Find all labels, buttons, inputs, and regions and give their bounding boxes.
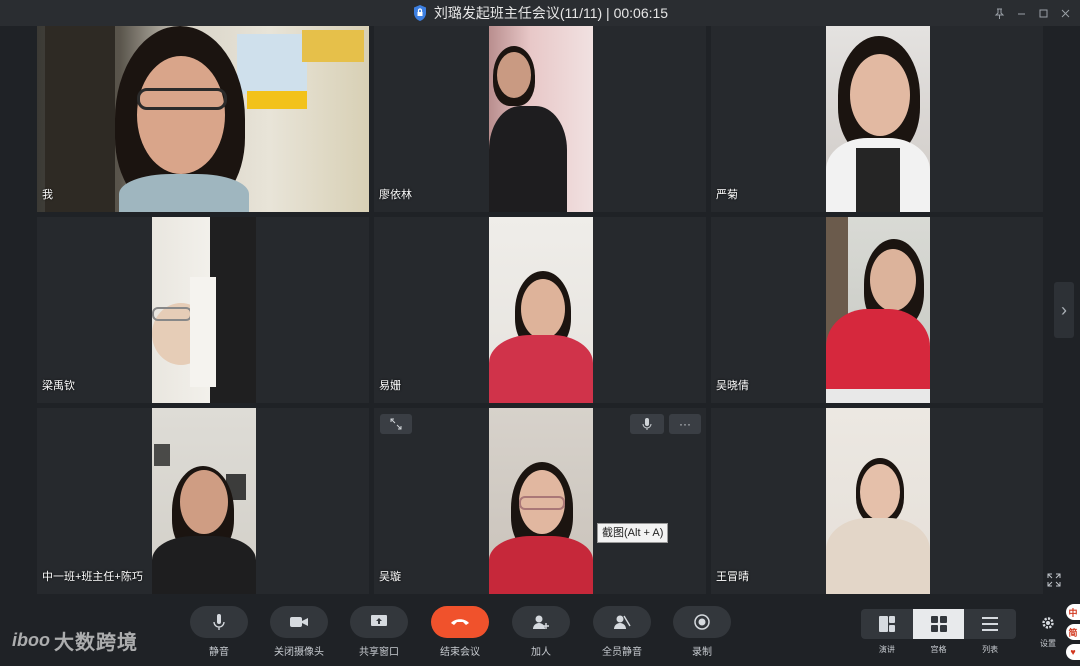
participant-video — [826, 26, 930, 212]
participant-video — [152, 217, 256, 403]
participant-name: 廖依林 — [379, 189, 412, 201]
record-label: 录制 — [692, 647, 712, 658]
minimize-icon[interactable] — [1012, 4, 1030, 22]
participant-tile[interactable]: ··· 吴璇 — [374, 408, 706, 594]
close-icon[interactable] — [1056, 4, 1074, 22]
add-person-icon — [512, 606, 570, 638]
end-meeting-button[interactable]: 结束会议 — [430, 606, 490, 658]
camera-off-button[interactable]: 关闭摄像头 — [269, 606, 329, 658]
more-icon: ··· — [679, 417, 691, 431]
participant-tile[interactable]: 中一班+班主任+陈巧 — [37, 408, 369, 594]
speaker-layout-icon — [878, 616, 895, 632]
participant-name: 吴璇 — [379, 571, 401, 583]
title-group: 刘璐发起班主任会议(11/11) | 00:06:15 — [412, 3, 668, 23]
pin-icon[interactable] — [990, 4, 1008, 22]
mute-all-label: 全员静音 — [602, 647, 642, 658]
share-screen-icon — [350, 606, 408, 638]
participant-video — [489, 217, 593, 403]
bottom-toolbar: iboo 大数跨境 静音 关闭摄像头 共享窗口 结束会议 加人 全员静音 录制 … — [0, 598, 1080, 666]
grid-icon — [930, 616, 947, 632]
share-window-button[interactable]: 共享窗口 — [349, 606, 409, 658]
list-icon — [982, 617, 999, 631]
watermark-logo: iboo — [12, 630, 50, 650]
participant-name: 易姗 — [379, 380, 401, 392]
window-title: 刘璐发起班主任会议(11/11) | 00:06:15 — [433, 5, 669, 21]
mute-label: 静音 — [209, 647, 229, 658]
participant-name: 中一班+班主任+陈巧 — [42, 571, 143, 583]
watermark: iboo 大数跨境 — [12, 626, 138, 655]
video-grid: 我 廖依林 严菊 梁禹钦 易姗 吴晓倩 中一班+班主任+陈巧 ··· 吴璇 王冒… — [37, 26, 1044, 596]
chevron-right-icon: › — [1061, 299, 1067, 320]
settings-label: 设置 — [1040, 639, 1056, 648]
mute-all-icon — [593, 606, 651, 638]
participant-tile[interactable]: 梁禹钦 — [37, 217, 369, 403]
participant-tile[interactable]: 易姗 — [374, 217, 706, 403]
participant-tile[interactable]: 王冒晴 — [711, 408, 1043, 594]
participant-video — [489, 408, 593, 594]
list-layout-label: 列表 — [982, 645, 999, 654]
next-page-button[interactable]: › — [1054, 282, 1074, 338]
simplified-badge[interactable]: 简 — [1066, 624, 1080, 640]
participant-name: 王冒晴 — [716, 571, 749, 583]
layout-switcher — [861, 609, 1016, 639]
record-icon — [673, 606, 731, 638]
participant-name: 严菊 — [716, 189, 738, 201]
mute-button[interactable]: 静音 — [189, 606, 249, 658]
heart-badge[interactable]: ♥ — [1066, 644, 1080, 660]
participant-name: 梁禹钦 — [42, 380, 75, 392]
settings-button[interactable]: 设置 — [1036, 616, 1060, 649]
participant-video — [489, 26, 593, 212]
participant-video — [826, 217, 930, 403]
camera-icon — [270, 606, 328, 638]
mute-all-button[interactable]: 全员静音 — [592, 606, 652, 658]
gallery-layout-label: 宫格 — [930, 645, 947, 654]
participant-tile[interactable]: 廖依林 — [374, 26, 706, 212]
watermark-text: 大数跨境 — [54, 632, 138, 654]
more-options-button[interactable]: ··· — [669, 414, 701, 434]
meeting-window: 刘璐发起班主任会议(11/11) | 00:06:15 我 廖依林 严菊 梁禹钦… — [0, 0, 1080, 666]
speaker-layout-label: 演讲 — [878, 645, 895, 654]
screenshot-tooltip: 截图(Alt + A) — [597, 523, 669, 543]
fullscreen-button[interactable] — [1042, 569, 1066, 591]
participant-video — [152, 408, 256, 594]
expand-icon — [390, 418, 402, 430]
hang-up-icon — [431, 606, 489, 638]
invite-button[interactable]: 加人 — [511, 606, 571, 658]
fullscreen-icon — [1047, 573, 1061, 587]
microphone-icon — [190, 606, 248, 638]
microphone-button[interactable] — [630, 414, 664, 434]
invite-label: 加人 — [531, 647, 551, 658]
gallery-layout-button[interactable] — [912, 609, 965, 639]
camera-off-label: 关闭摄像头 — [274, 647, 324, 658]
share-window-label: 共享窗口 — [359, 647, 399, 658]
participant-tile[interactable]: 吴晓倩 — [711, 217, 1043, 403]
layout-labels: 演讲 宫格 列表 — [861, 644, 1016, 655]
expand-button[interactable] — [380, 414, 412, 434]
record-button[interactable]: 录制 — [672, 606, 732, 658]
title-bar: 刘璐发起班主任会议(11/11) | 00:06:15 — [0, 0, 1080, 26]
side-badges: 中 简 ♥ — [1066, 604, 1080, 660]
end-meeting-label: 结束会议 — [440, 647, 480, 658]
gear-icon — [1042, 617, 1054, 629]
list-layout-button[interactable] — [964, 609, 1016, 639]
microphone-icon — [642, 418, 652, 430]
speaker-layout-button[interactable] — [861, 609, 913, 639]
shield-lock-icon — [413, 5, 426, 21]
input-method-badge[interactable]: 中 — [1066, 604, 1080, 620]
participant-name: 我 — [42, 189, 53, 201]
participant-video — [826, 408, 930, 594]
participant-tile[interactable]: 严菊 — [711, 26, 1043, 212]
maximize-icon[interactable] — [1034, 4, 1052, 22]
participant-tile[interactable]: 我 — [37, 26, 369, 212]
participant-video — [37, 26, 369, 212]
participant-name: 吴晓倩 — [716, 380, 749, 392]
window-controls — [990, 0, 1074, 26]
